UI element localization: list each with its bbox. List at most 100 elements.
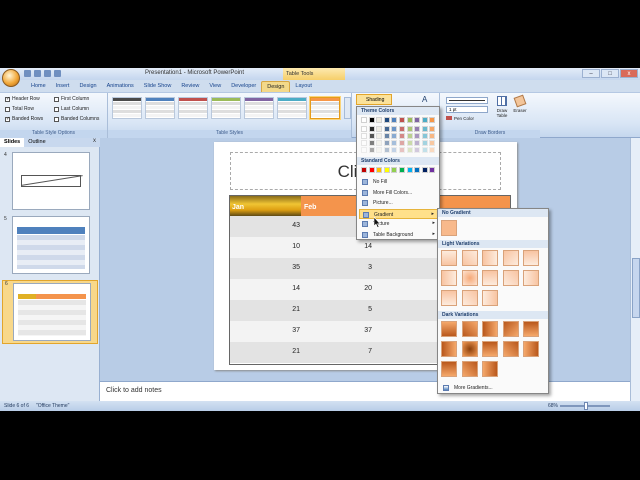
option-header-row[interactable]: ✓ Header Row [5,96,40,102]
slide-thumbnail[interactable]: 4 [2,152,98,216]
menu-item-no-fill[interactable]: No Fill [359,177,438,187]
option-banded-rows[interactable]: ✓ Banded Rows [5,116,43,122]
color-swatch[interactable] [406,126,413,132]
color-swatch[interactable] [361,167,367,173]
color-swatch[interactable] [414,117,421,123]
dark-gradient-option[interactable] [482,361,498,377]
light-gradient-option[interactable] [441,270,457,286]
color-swatch[interactable] [399,167,405,173]
color-swatch[interactable] [391,126,398,132]
color-swatch[interactable] [383,126,390,132]
table-style-thumbnail[interactable] [112,97,142,119]
menu-item-texture[interactable]: Texture ▸ [359,219,438,229]
tab-design[interactable]: Design [74,81,101,92]
table-style-thumbnail[interactable] [145,97,175,119]
color-swatch[interactable] [376,140,383,146]
dark-gradient-option[interactable] [523,341,539,357]
menu-item-picture[interactable]: Picture... [359,198,438,208]
table-cell[interactable]: 21 [260,306,300,313]
dark-gradient-option[interactable] [461,341,478,357]
color-swatch[interactable] [429,140,436,146]
option-banded-columns[interactable]: Banded Columns [54,116,99,122]
color-swatch[interactable] [368,147,375,153]
color-swatch[interactable] [429,117,436,123]
table-cell[interactable]: 14 [332,243,372,250]
menu-item-gradient[interactable]: Gradient ▸ [359,208,438,219]
color-swatch[interactable] [421,147,428,153]
zoom-slider-handle[interactable] [584,402,588,410]
table-style-thumbnail[interactable] [310,97,340,119]
light-gradient-option[interactable] [502,250,519,266]
color-swatch[interactable] [383,133,390,139]
option-total-row[interactable]: Total Row [5,106,34,112]
color-swatch[interactable] [421,126,428,132]
color-swatch[interactable] [376,133,383,139]
color-swatch[interactable] [399,140,405,146]
redo-icon[interactable] [44,70,51,77]
draw-table-button[interactable]: Draw Table [494,96,510,122]
option-last-column[interactable]: Last Column [54,106,89,112]
table-style-thumbnail[interactable] [178,97,208,119]
tab-review[interactable]: Review [176,81,204,92]
slide-thumbnail-selected[interactable]: 6 [2,280,98,344]
color-swatch[interactable] [406,140,413,146]
table-cell[interactable]: 37 [260,327,300,334]
color-swatch[interactable] [376,147,383,153]
tab-home[interactable]: Home [26,81,51,92]
table-cell[interactable]: 7 [332,348,372,355]
table-header-cell[interactable]: Jan [232,204,244,211]
shading-button[interactable]: Shading [356,94,392,105]
option-first-column[interactable]: First Column [54,96,89,102]
checkbox-icon[interactable] [54,96,59,102]
customize-qat-icon[interactable] [54,70,61,77]
pen-style-select[interactable] [446,97,488,104]
color-swatch[interactable] [414,126,421,132]
color-swatch[interactable] [406,167,413,173]
light-gradient-option[interactable] [502,270,519,286]
menu-item-more-fill-colors[interactable]: More Fill Colors... [359,188,438,198]
text-color-icon[interactable]: A [422,95,427,104]
color-swatch[interactable] [391,117,398,123]
color-swatch[interactable] [383,147,390,153]
color-swatch[interactable] [383,117,390,123]
color-swatch[interactable] [414,147,421,153]
close-pane-icon[interactable]: x [93,138,96,144]
color-swatch[interactable] [368,126,375,132]
light-gradient-option[interactable] [461,250,478,266]
color-swatch[interactable] [391,167,398,173]
color-swatch[interactable] [429,167,436,173]
scrollbar-thumb[interactable] [632,258,640,318]
table-cell[interactable]: 5 [332,306,372,313]
notes-pane[interactable]: Click to add notes [100,381,630,401]
close-button[interactable]: x [620,69,638,78]
light-gradient-option[interactable] [441,250,457,266]
table-cell[interactable]: 35 [260,264,300,271]
dark-gradient-option[interactable] [441,341,457,357]
color-swatch[interactable] [421,167,428,173]
color-swatch[interactable] [414,167,421,173]
dark-gradient-option[interactable] [461,361,478,377]
color-swatch[interactable] [361,140,367,146]
slide-thumbnail[interactable]: 5 [2,216,98,280]
table-cell[interactable]: 14 [260,285,300,292]
color-swatch[interactable] [383,167,390,173]
table-cell[interactable]: 20 [332,285,372,292]
color-swatch[interactable] [421,133,428,139]
table-cell[interactable]: 21 [260,348,300,355]
color-swatch[interactable] [361,133,367,139]
table-cell[interactable]: 43 [260,222,300,229]
color-swatch[interactable] [368,167,375,173]
undo-icon[interactable] [34,70,41,77]
table-style-thumbnail[interactable] [277,97,307,119]
color-swatch[interactable] [429,126,436,132]
tab-view[interactable]: View [204,81,226,92]
pen-color-button[interactable]: Pen Color [446,116,474,121]
dark-gradient-option[interactable] [482,321,498,337]
zoom-level[interactable]: 68% [548,403,558,409]
tab-outline[interactable]: Outline [24,138,49,147]
dark-gradient-option[interactable] [441,321,457,337]
dark-gradient-option[interactable] [441,361,457,377]
tab-insert[interactable]: Insert [51,81,75,92]
eraser-button[interactable]: Eraser [512,94,528,122]
tab-layout[interactable]: Layout [290,81,317,92]
